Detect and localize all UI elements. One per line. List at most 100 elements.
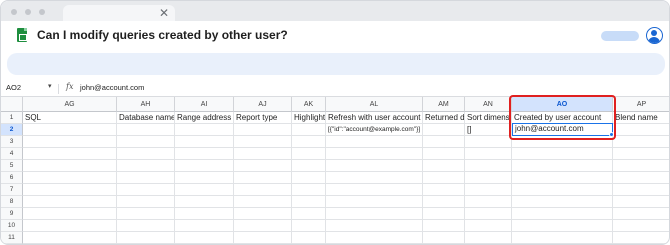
window-close-dot[interactable]	[11, 9, 17, 15]
grid-cell[interactable]	[423, 196, 465, 208]
grid-cell[interactable]	[175, 208, 234, 220]
formula-input[interactable]: john@account.com	[80, 83, 144, 92]
grid-cell[interactable]	[23, 184, 117, 196]
grid-cell[interactable]	[326, 232, 423, 244]
grid-cell[interactable]	[613, 220, 669, 232]
grid-cell[interactable]	[465, 148, 512, 160]
grid-cell[interactable]	[423, 184, 465, 196]
grid-cell[interactable]	[465, 220, 512, 232]
grid-cell[interactable]	[512, 208, 613, 220]
share-button[interactable]	[601, 31, 639, 41]
grid-cell[interactable]	[423, 124, 465, 136]
cell-ak1[interactable]: Highlight	[292, 112, 326, 124]
grid-cell[interactable]	[423, 232, 465, 244]
grid-cell[interactable]	[175, 136, 234, 148]
row-header[interactable]: 9	[1, 208, 23, 220]
cell-al2[interactable]: [{"id":"account@example.com"}]	[326, 124, 423, 136]
grid-cell[interactable]	[292, 208, 326, 220]
grid-cell[interactable]	[234, 232, 292, 244]
grid-cell[interactable]	[117, 184, 175, 196]
cell-ap1[interactable]: Blend name	[613, 112, 669, 124]
grid-cell[interactable]	[234, 148, 292, 160]
column-header-ah[interactable]: AH	[117, 97, 175, 112]
browser-tab[interactable]: ✕	[63, 5, 175, 21]
grid-cell[interactable]	[175, 184, 234, 196]
grid-cell[interactable]	[512, 196, 613, 208]
grid-cell[interactable]	[465, 208, 512, 220]
grid-cell[interactable]	[175, 220, 234, 232]
grid-cell[interactable]	[512, 160, 613, 172]
grid-cell[interactable]	[613, 232, 669, 244]
cell-an1[interactable]: Sort dimensi	[465, 112, 512, 124]
grid-cell[interactable]	[512, 220, 613, 232]
row-header[interactable]: 4	[1, 148, 23, 160]
grid-cell[interactable]	[117, 220, 175, 232]
grid-cell[interactable]	[175, 196, 234, 208]
grid-cell[interactable]	[613, 124, 669, 136]
grid-cell[interactable]	[292, 148, 326, 160]
grid-cell[interactable]	[234, 184, 292, 196]
window-maximize-dot[interactable]	[39, 9, 45, 15]
row-header[interactable]: 7	[1, 184, 23, 196]
grid-cell[interactable]	[23, 220, 117, 232]
grid-cell[interactable]	[234, 208, 292, 220]
column-header-al[interactable]: AL	[326, 97, 423, 112]
grid-cell[interactable]	[512, 184, 613, 196]
grid-cell[interactable]	[613, 160, 669, 172]
row-header[interactable]: 11	[1, 232, 23, 244]
grid-cell[interactable]	[117, 232, 175, 244]
grid-cell[interactable]	[117, 124, 175, 136]
grid-cell[interactable]	[326, 208, 423, 220]
grid-cell[interactable]	[423, 136, 465, 148]
grid-cell[interactable]	[234, 196, 292, 208]
row-header[interactable]: 10	[1, 220, 23, 232]
grid-cell[interactable]	[326, 172, 423, 184]
cell-al1[interactable]: Refresh with user account	[326, 112, 423, 124]
grid-cell[interactable]	[117, 160, 175, 172]
close-icon[interactable]: ✕	[159, 5, 169, 21]
grid-cell[interactable]	[175, 148, 234, 160]
cell-ai1[interactable]: Range address (t	[175, 112, 234, 124]
grid-cell[interactable]	[465, 184, 512, 196]
grid-cell[interactable]	[23, 148, 117, 160]
active-cell-ao2[interactable]: john@account.com	[512, 123, 613, 136]
chevron-down-icon[interactable]: ▾	[48, 82, 52, 90]
grid-cell[interactable]	[423, 160, 465, 172]
grid-cell[interactable]	[23, 172, 117, 184]
grid-cell[interactable]	[512, 148, 613, 160]
grid-cell[interactable]	[23, 232, 117, 244]
grid-cell[interactable]	[613, 196, 669, 208]
grid-cell[interactable]	[326, 220, 423, 232]
grid-cell[interactable]	[23, 160, 117, 172]
cell-an2[interactable]: []	[465, 124, 512, 136]
grid-cell[interactable]	[23, 136, 117, 148]
grid-cell[interactable]	[292, 220, 326, 232]
grid-cell[interactable]	[326, 136, 423, 148]
select-all-corner[interactable]	[1, 97, 23, 112]
column-header-ap[interactable]: AP	[613, 97, 669, 112]
grid-cell[interactable]	[117, 196, 175, 208]
grid-cell[interactable]	[423, 208, 465, 220]
grid-cell[interactable]	[292, 184, 326, 196]
grid-cell[interactable]	[512, 232, 613, 244]
grid-cell[interactable]	[292, 196, 326, 208]
grid-cell[interactable]	[175, 172, 234, 184]
grid-cell[interactable]	[23, 208, 117, 220]
grid-cell[interactable]	[292, 136, 326, 148]
grid-cell[interactable]	[465, 172, 512, 184]
row-header[interactable]: 3	[1, 136, 23, 148]
column-header-ak[interactable]: AK	[292, 97, 326, 112]
grid-cell[interactable]	[234, 124, 292, 136]
grid-cell[interactable]	[326, 148, 423, 160]
column-header-ag[interactable]: AG	[23, 97, 117, 112]
grid-cell[interactable]	[613, 136, 669, 148]
column-header-ao[interactable]: AO	[512, 97, 613, 112]
grid-cell[interactable]	[423, 220, 465, 232]
window-minimize-dot[interactable]	[25, 9, 31, 15]
grid-cell[interactable]	[292, 172, 326, 184]
grid-cell[interactable]	[234, 136, 292, 148]
grid-cell[interactable]	[326, 196, 423, 208]
grid-cell[interactable]	[613, 184, 669, 196]
column-header-an[interactable]: AN	[465, 97, 512, 112]
grid-cell[interactable]	[23, 124, 117, 136]
